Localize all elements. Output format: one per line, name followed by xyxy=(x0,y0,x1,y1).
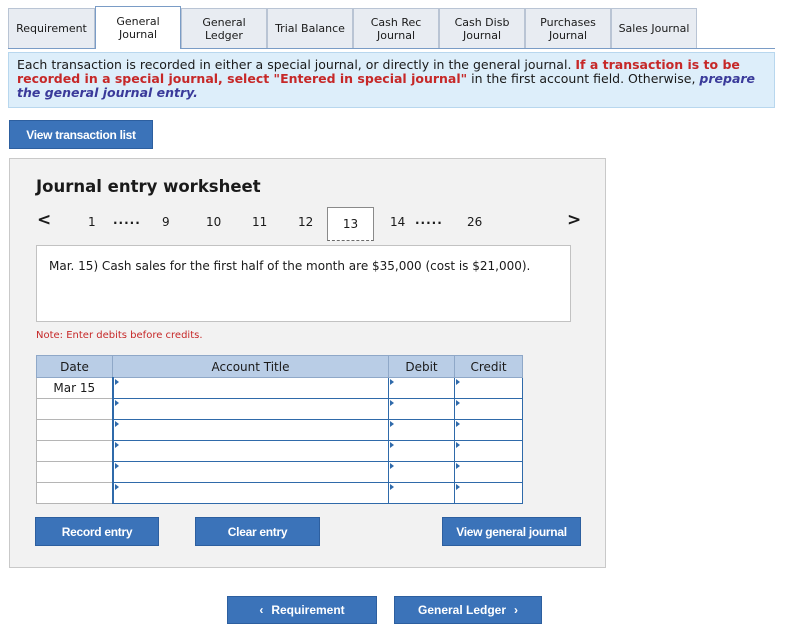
debit-input[interactable] xyxy=(388,377,455,399)
page-11[interactable]: 11 xyxy=(252,215,267,229)
tab-bar: Requirement General Journal General Ledg… xyxy=(8,6,775,49)
page-10[interactable]: 10 xyxy=(206,215,221,229)
account-title-input[interactable] xyxy=(111,482,389,504)
tab-purchases-journal[interactable]: Purchases Journal xyxy=(525,8,611,48)
date-cell xyxy=(36,398,113,420)
account-title-input[interactable] xyxy=(111,461,389,483)
journal-entry-table: Date Account Title Debit Credit Mar 15 xyxy=(36,355,523,504)
page-13-current[interactable]: 13 xyxy=(327,207,374,241)
date-cell xyxy=(36,482,113,504)
chevron-left-icon: ‹ xyxy=(259,603,264,617)
table-row xyxy=(36,398,523,420)
instruction-box: Each transaction is recorded in either a… xyxy=(8,52,775,108)
transaction-pager: < 1 ..... 9 10 11 12 13 14 ..... 26 > xyxy=(10,207,607,241)
credit-input[interactable] xyxy=(454,377,523,399)
tab-general-journal[interactable]: General Journal xyxy=(95,6,181,49)
pager-ellipsis-2: ..... xyxy=(415,213,443,227)
tab-requirement[interactable]: Requirement xyxy=(8,8,95,48)
credit-input[interactable] xyxy=(454,461,523,483)
instruction-text: Each transaction is recorded in either a… xyxy=(17,57,576,72)
clear-entry-button[interactable]: Clear entry xyxy=(195,517,320,546)
header-account-title: Account Title xyxy=(112,355,389,378)
debit-credit-note: Note: Enter debits before credits. xyxy=(36,330,203,341)
header-credit: Credit xyxy=(454,355,523,378)
page-9[interactable]: 9 xyxy=(162,215,170,229)
tab-sales-journal[interactable]: Sales Journal xyxy=(611,8,697,48)
view-transaction-list-button[interactable]: View transaction list xyxy=(9,120,153,149)
header-debit: Debit xyxy=(388,355,455,378)
account-title-input[interactable] xyxy=(111,398,389,420)
credit-input[interactable] xyxy=(454,419,523,441)
view-general-journal-button[interactable]: View general journal xyxy=(442,517,581,546)
next-button-label: General Ledger xyxy=(417,603,507,617)
worksheet-title: Journal entry worksheet xyxy=(36,177,261,196)
date-cell xyxy=(36,419,113,441)
page-12[interactable]: 12 xyxy=(298,215,313,229)
pager-prev-icon[interactable]: < xyxy=(37,210,51,230)
date-cell: Mar 15 xyxy=(36,377,113,399)
account-title-input[interactable] xyxy=(111,377,389,399)
account-title-input[interactable] xyxy=(111,440,389,462)
next-general-ledger-button[interactable]: General Ledger › xyxy=(394,596,542,624)
journal-entry-worksheet: Journal entry worksheet < 1 ..... 9 10 1… xyxy=(9,158,606,568)
page-14[interactable]: 14 xyxy=(390,215,405,229)
table-row xyxy=(36,440,523,462)
chevron-right-icon: › xyxy=(514,603,519,617)
debit-input[interactable] xyxy=(388,419,455,441)
table-header-row: Date Account Title Debit Credit xyxy=(36,355,523,378)
date-cell xyxy=(36,440,113,462)
tab-general-ledger[interactable]: General Ledger xyxy=(181,8,267,48)
page-26[interactable]: 26 xyxy=(467,215,482,229)
pager-ellipsis: ..... xyxy=(113,213,141,227)
transaction-description: Mar. 15) Cash sales for the first half o… xyxy=(36,245,571,322)
debit-input[interactable] xyxy=(388,482,455,504)
table-row xyxy=(36,482,523,504)
account-title-input[interactable] xyxy=(111,419,389,441)
instruction-text-2: in the first account field. Otherwise, xyxy=(467,71,700,86)
debit-input[interactable] xyxy=(388,440,455,462)
pager-next-icon[interactable]: > xyxy=(567,210,581,230)
credit-input[interactable] xyxy=(454,482,523,504)
page-1[interactable]: 1 xyxy=(88,215,96,229)
credit-input[interactable] xyxy=(454,440,523,462)
header-date: Date xyxy=(36,355,113,378)
prev-button-label: Requirement xyxy=(271,603,345,617)
record-entry-button[interactable]: Record entry xyxy=(35,517,159,546)
prev-requirement-button[interactable]: ‹ Requirement xyxy=(227,596,377,624)
debit-input[interactable] xyxy=(388,461,455,483)
table-row: Mar 15 xyxy=(36,377,523,399)
tab-cash-rec-journal[interactable]: Cash Rec Journal xyxy=(353,8,439,48)
debit-input[interactable] xyxy=(388,398,455,420)
tab-cash-disb-journal[interactable]: Cash Disb Journal xyxy=(439,8,525,48)
credit-input[interactable] xyxy=(454,398,523,420)
table-row xyxy=(36,461,523,483)
tab-trial-balance[interactable]: Trial Balance xyxy=(267,8,353,48)
table-row xyxy=(36,419,523,441)
date-cell xyxy=(36,461,113,483)
